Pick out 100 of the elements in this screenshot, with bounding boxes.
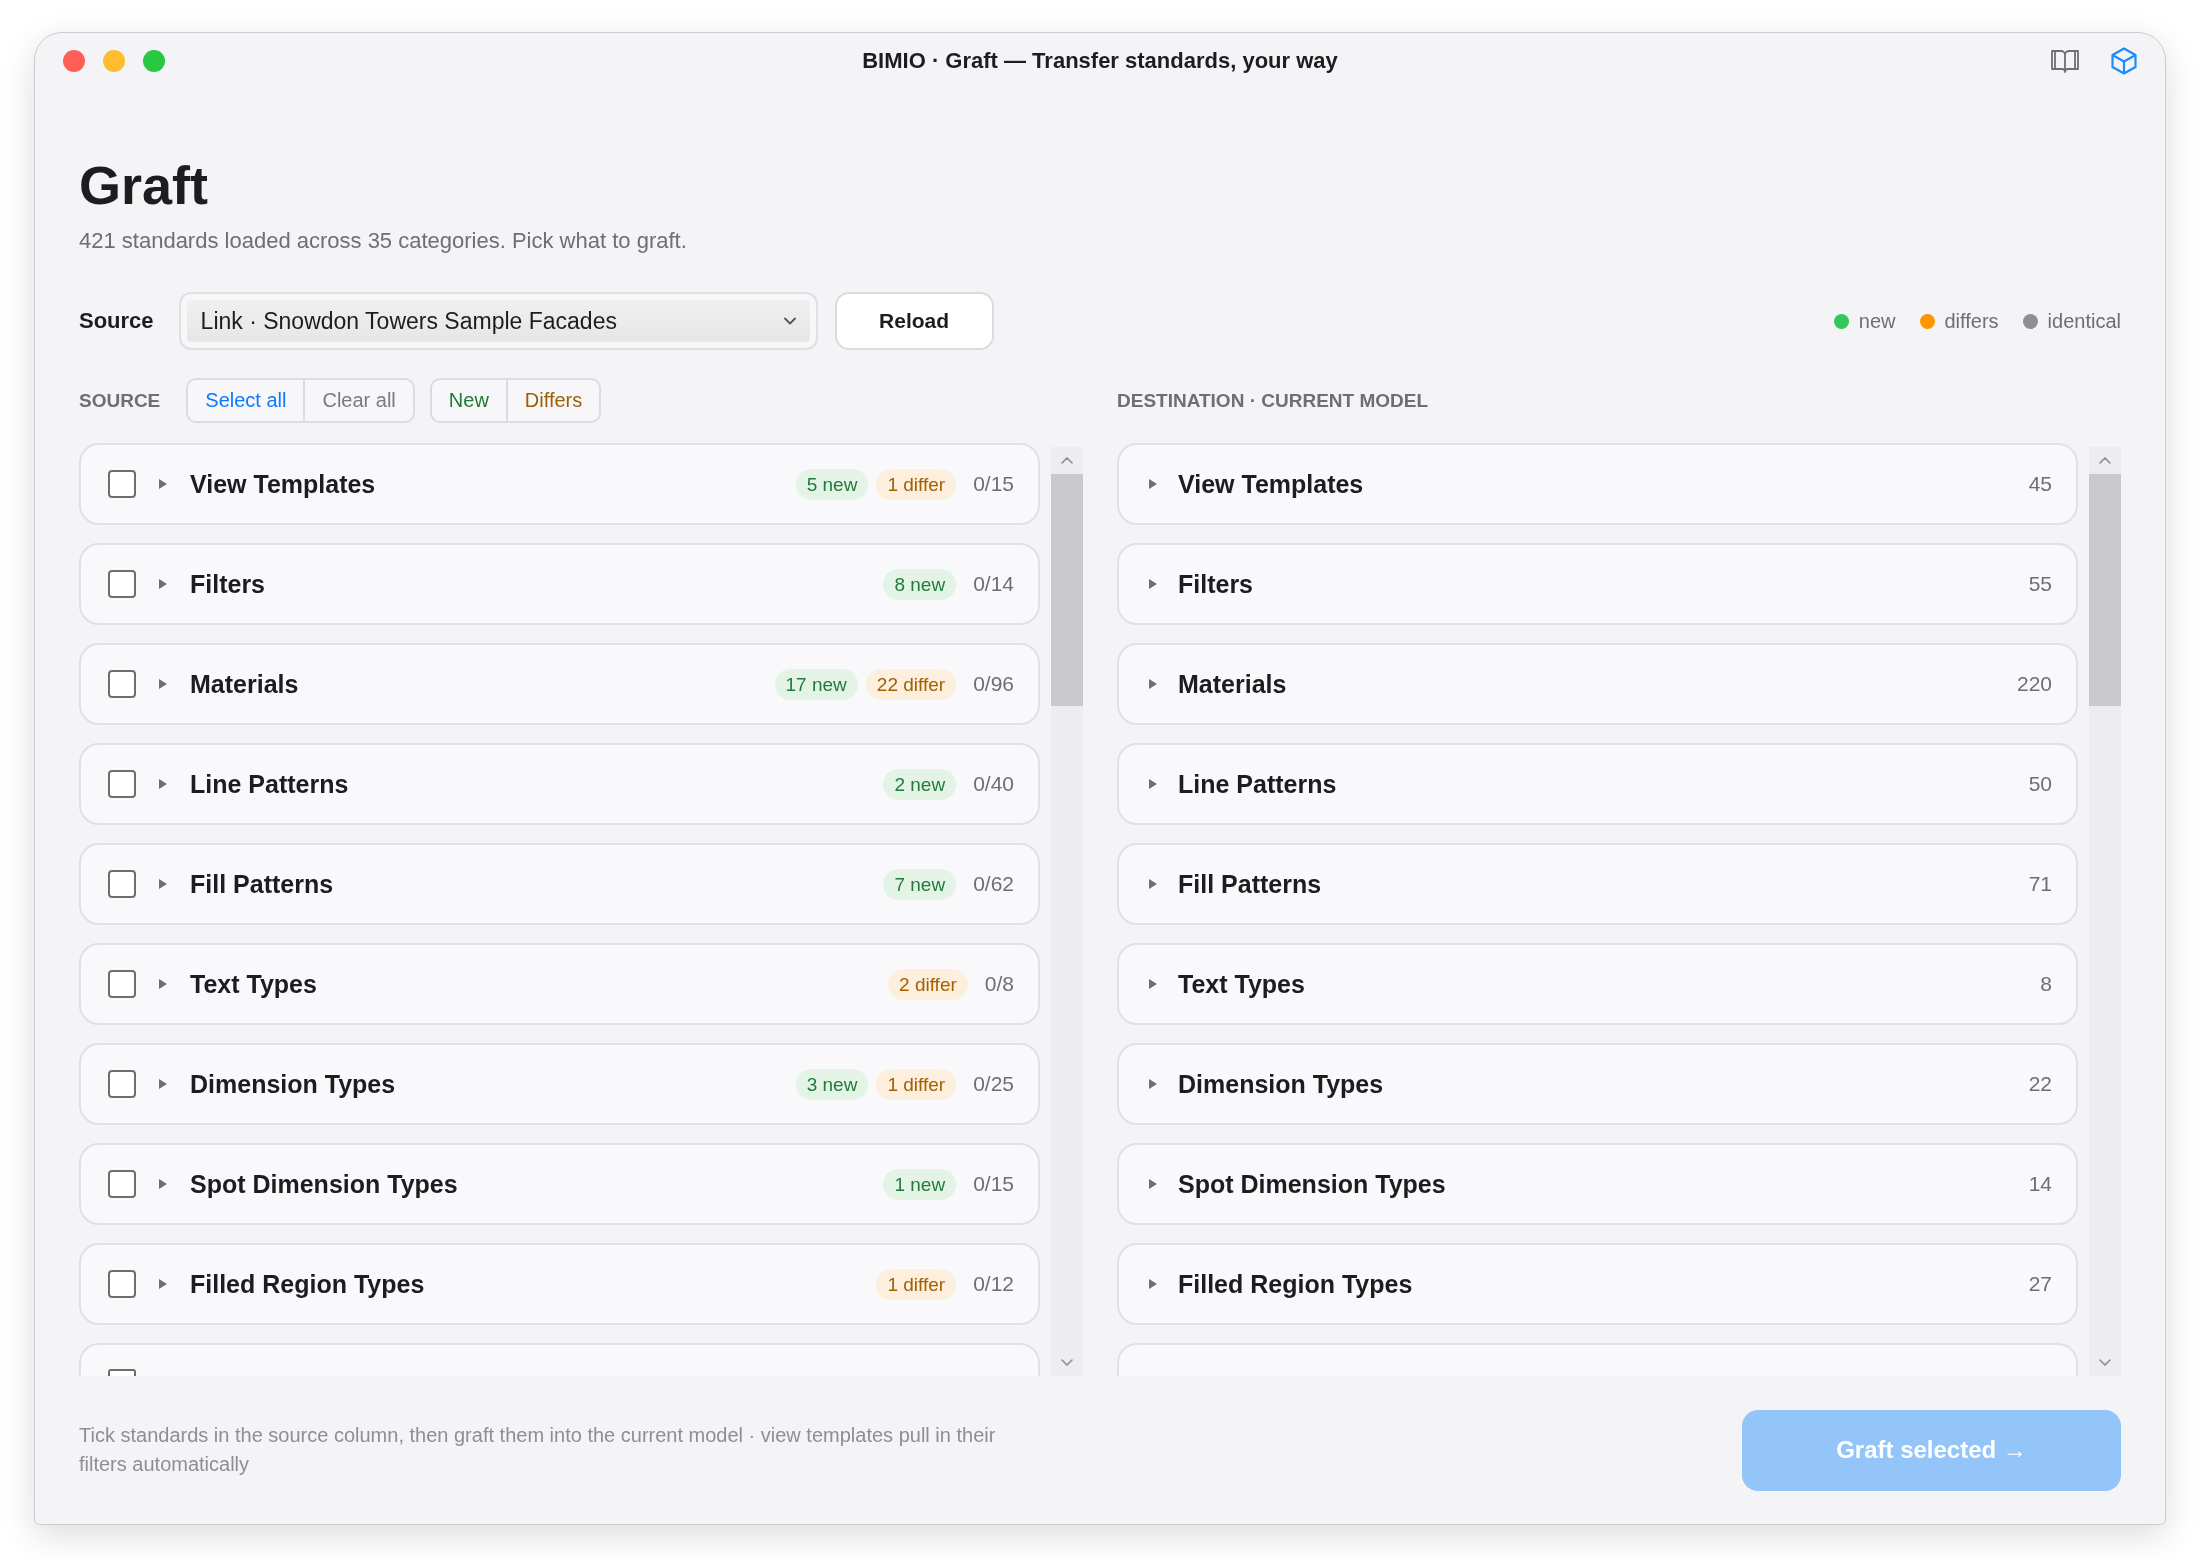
source-label: Source <box>79 308 154 334</box>
selected-count: 0/15 <box>973 472 1014 496</box>
caret-icon[interactable] <box>159 679 167 689</box>
category-name: Text Types <box>1178 969 1305 999</box>
caret-icon[interactable] <box>1149 679 1157 689</box>
cube-icon[interactable] <box>2111 46 2137 75</box>
category-row[interactable]: Filled Region Types 1 differ 0/12 <box>79 1243 1040 1325</box>
item-count: 22 <box>2028 1072 2052 1096</box>
checkbox[interactable] <box>108 970 136 998</box>
new-count-badge: 2 new <box>883 768 957 800</box>
category-row[interactable]: Fill Patterns 71 <box>1117 843 2078 925</box>
checkbox[interactable] <box>108 870 136 898</box>
category-row[interactable]: Text Types 2 differ 0/8 <box>79 943 1040 1025</box>
caret-icon[interactable] <box>159 1179 167 1189</box>
new-count-badge: 8 new <box>883 568 957 600</box>
book-icon[interactable] <box>2051 48 2079 73</box>
category-name: Fill Patterns <box>1178 869 1322 899</box>
category-row[interactable]: Materials 220 <box>1117 643 2078 725</box>
caret-icon[interactable] <box>1149 979 1157 989</box>
legend-label: new <box>1858 309 1896 333</box>
caret-icon[interactable] <box>1149 779 1157 789</box>
caret-icon[interactable] <box>159 579 167 589</box>
checkbox[interactable] <box>108 570 136 598</box>
close-button[interactable] <box>63 49 85 72</box>
checkbox[interactable] <box>108 670 136 698</box>
caret-icon[interactable] <box>1149 479 1157 489</box>
category-name: Line Patterns <box>190 769 349 799</box>
category-row[interactable]: Dimension Types 22 <box>1117 1043 2078 1125</box>
checkbox[interactable] <box>108 470 136 498</box>
caret-icon[interactable] <box>1149 1079 1157 1089</box>
footer-hint: Tick standards in the source column, then graft them into the current model · view templates pull in their filters automatically <box>79 1423 997 1477</box>
caret-icon[interactable] <box>159 879 167 889</box>
chevron-down-icon[interactable] <box>1061 1359 1073 1366</box>
caret-icon[interactable] <box>159 1279 167 1289</box>
item-count: 50 <box>2028 772 2052 796</box>
chevron-down-icon <box>783 317 796 325</box>
selected-count: 0/8 <box>984 972 1014 996</box>
category-name: Line Patterns <box>1178 769 1337 799</box>
category-row[interactable]: Text Types 8 <box>1117 943 2078 1025</box>
caret-icon[interactable] <box>1149 879 1157 889</box>
caret-icon[interactable] <box>1149 579 1157 589</box>
category-row[interactable]: View Templates 45 <box>1117 443 2078 525</box>
checkbox[interactable] <box>108 770 136 798</box>
checkbox[interactable] <box>108 1369 136 1376</box>
differ-count-badge: 1 differ <box>876 1068 957 1100</box>
category-name: Dimension Types <box>190 1069 396 1099</box>
category-row[interactable]: Fill Patterns 7 new 0/62 <box>79 843 1040 925</box>
scrollbar-thumb[interactable] <box>2089 474 2121 706</box>
category-row[interactable]: Filters 8 new 0/14 <box>79 543 1040 625</box>
scrollbar[interactable] <box>2089 447 2121 1376</box>
category-row[interactable]: Spot Dimension Types 14 <box>1117 1143 2078 1225</box>
checkbox[interactable] <box>108 1270 136 1298</box>
item-count: 8 <box>2040 972 2052 996</box>
category-name: Filters <box>1178 569 1254 599</box>
scrollbar-thumb[interactable] <box>1051 474 1083 706</box>
caret-icon[interactable] <box>159 779 167 789</box>
legend-label: differs <box>1944 309 1999 333</box>
item-count: 55 <box>2028 572 2052 596</box>
differs-filter-button[interactable]: Differs <box>505 380 600 421</box>
chevron-up-icon[interactable] <box>2099 457 2111 464</box>
category-row[interactable]: Spot Dimension Types 1 new 0/15 <box>79 1143 1040 1225</box>
selected-count: 0/15 <box>973 1172 1014 1196</box>
selected-count: 0/25 <box>973 1072 1014 1096</box>
new-filter-button[interactable]: New <box>431 380 506 421</box>
item-count: 71 <box>2028 872 2052 896</box>
clear-all-button[interactable]: Clear all <box>303 380 413 421</box>
section-heading: SOURCE <box>79 389 161 412</box>
new-count-badge: 5 new <box>795 468 869 500</box>
caret-icon[interactable] <box>159 979 167 989</box>
category-row[interactable]: Dimension Types 3 new 1 differ 0/25 <box>79 1043 1040 1125</box>
checkbox[interactable] <box>108 1070 136 1098</box>
caret-icon[interactable] <box>159 1079 167 1089</box>
item-count: 45 <box>2028 472 2052 496</box>
category-row[interactable]: Line Patterns 50 <box>1117 743 2078 825</box>
category-row[interactable]: View Templates 5 new 1 differ 0/15 <box>79 443 1040 525</box>
differ-count-badge: 1 differ <box>876 1268 957 1300</box>
source-select[interactable]: Link · Snowdon Towers Sample Facades <box>178 292 818 350</box>
category-name: Filters <box>190 569 266 599</box>
item-count: 220 <box>2016 672 2052 696</box>
caret-icon[interactable] <box>1149 1179 1157 1189</box>
selected-count: 0/14 <box>973 572 1014 596</box>
selected-count: 0/12 <box>973 1272 1014 1296</box>
chevron-down-icon[interactable] <box>2099 1359 2111 1366</box>
category-row[interactable]: Line Patterns 2 new 0/40 <box>79 743 1040 825</box>
category-row[interactable]: Materials 17 new 22 differ 0/96 <box>79 643 1040 725</box>
scrollbar[interactable] <box>1051 447 1083 1376</box>
new-count-badge: 7 new <box>883 868 957 900</box>
chevron-up-icon[interactable] <box>1061 457 1073 464</box>
category-name: View Templates <box>1178 469 1364 499</box>
reload-button[interactable]: Reload <box>834 292 994 350</box>
checkbox[interactable] <box>108 1170 136 1198</box>
section-heading: DESTINATION · CURRENT MODEL <box>1117 389 1429 412</box>
select-all-button[interactable]: Select all <box>188 380 304 421</box>
category-row[interactable]: Filled Region Types 27 <box>1117 1243 2078 1325</box>
legend-label: identical <box>2047 309 2121 333</box>
category-row[interactable]: Filters 55 <box>1117 543 2078 625</box>
category-name: View Templates <box>190 469 376 499</box>
category-name: Dimension Types <box>1178 1069 1384 1099</box>
caret-icon[interactable] <box>159 479 167 489</box>
caret-icon[interactable] <box>1149 1279 1157 1289</box>
